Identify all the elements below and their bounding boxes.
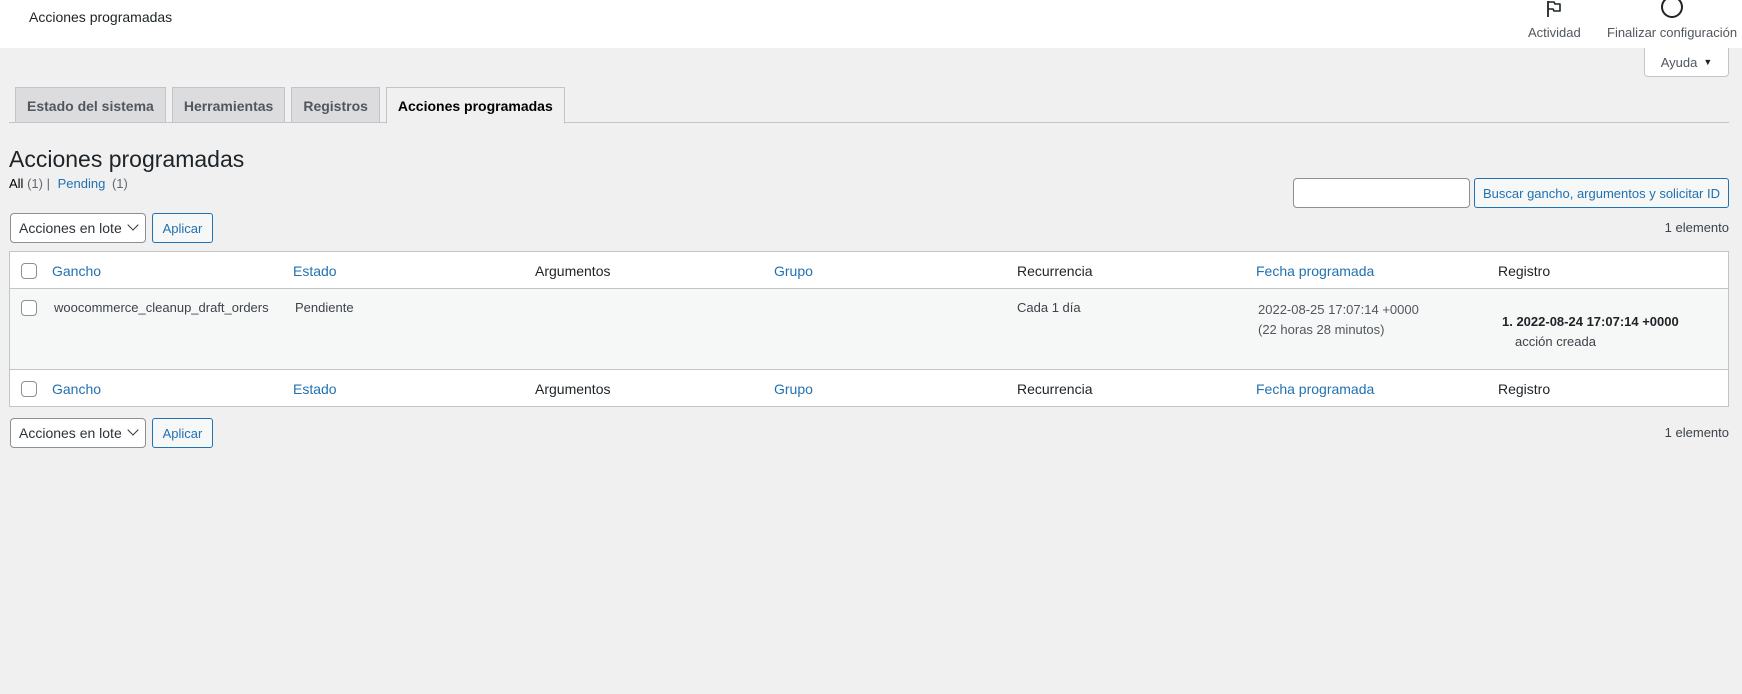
filter-pending-link[interactable]: Pending: [58, 176, 106, 191]
table-footer: Gancho Estado Argumentos Grupo Recurrenc…: [10, 369, 1728, 406]
finish-setup-label: Finalizar configuración: [1607, 25, 1738, 40]
activity-button[interactable]: Actividad: [1528, 0, 1581, 48]
column-registro-footer: Registro: [1498, 381, 1551, 397]
log-entry-date: 1. 2022-08-24 17:07:14 +0000: [1502, 314, 1679, 329]
row-log: 1. 2022-08-24 17:07:14 +0000 acción crea…: [1502, 312, 1679, 352]
tabs-divider: [9, 122, 1729, 123]
nav-tabs: Estado del sistema Herramientas Registro…: [15, 87, 565, 124]
column-recurrencia-footer: Recurrencia: [1017, 381, 1093, 397]
items-count-top: 1 elemento: [1664, 220, 1729, 235]
row-status: Pendiente: [295, 300, 354, 315]
filter-all-count: (1): [27, 176, 43, 191]
tab-registros[interactable]: Registros: [291, 87, 380, 123]
column-grupo[interactable]: Grupo: [774, 263, 813, 279]
search-button[interactable]: Buscar gancho, argumentos y solicitar ID: [1474, 178, 1729, 208]
apply-button-bottom[interactable]: Aplicar: [152, 418, 213, 448]
search-input[interactable]: [1293, 178, 1470, 208]
select-all-checkbox-footer[interactable]: [21, 381, 37, 397]
chevron-down-icon: [127, 219, 139, 231]
help-label: Ayuda: [1660, 54, 1698, 70]
items-count-bottom: 1 elemento: [1664, 425, 1729, 440]
row-checkbox[interactable]: [21, 300, 37, 316]
bulk-actions-value: Acciones en lote: [19, 220, 122, 236]
bulk-actions-select-bottom[interactable]: Acciones en lote: [10, 418, 146, 448]
activity-label: Actividad: [1528, 25, 1581, 40]
column-estado-footer[interactable]: Estado: [293, 381, 337, 397]
scheduled-date-value: 2022-08-25 17:07:14 +0000: [1258, 302, 1419, 317]
column-argumentos-footer: Argumentos: [535, 381, 611, 397]
flag-icon: [1545, 0, 1563, 22]
column-registro: Registro: [1498, 263, 1551, 279]
finish-setup-button[interactable]: Finalizar configuración: [1607, 0, 1737, 48]
bulk-actions-select-top[interactable]: Acciones en lote: [10, 213, 146, 243]
filter-all-link[interactable]: All: [9, 176, 23, 191]
column-fecha-programada[interactable]: Fecha programada: [1256, 263, 1374, 279]
filter-separator: |: [46, 176, 50, 191]
column-recurrencia: Recurrencia: [1017, 263, 1093, 279]
status-filters: All (1) | Pending (1): [9, 176, 128, 191]
tab-estado-del-sistema[interactable]: Estado del sistema: [15, 87, 166, 123]
tab-acciones-programadas[interactable]: Acciones programadas: [385, 87, 565, 124]
table-row: woocommerce_cleanup_draft_orders Pendien…: [10, 289, 1728, 369]
row-hook[interactable]: woocommerce_cleanup_draft_orders: [54, 300, 269, 315]
scheduled-actions-table: Gancho Estado Argumentos Grupo Recurrenc…: [9, 251, 1729, 407]
scheduled-date-relative: (22 horas 28 minutos): [1258, 322, 1385, 337]
row-recurrence: Cada 1 día: [1017, 300, 1081, 315]
apply-button-top[interactable]: Aplicar: [152, 213, 213, 243]
progress-circle-icon: [1661, 0, 1684, 22]
column-gancho-footer[interactable]: Gancho: [52, 381, 101, 397]
help-button[interactable]: Ayuda ▼: [1644, 48, 1729, 77]
row-scheduled-date: 2022-08-25 17:07:14 +0000 (22 horas 28 m…: [1258, 300, 1419, 340]
column-argumentos: Argumentos: [535, 263, 611, 279]
column-grupo-footer[interactable]: Grupo: [774, 381, 813, 397]
chevron-down-icon: [127, 424, 139, 436]
column-estado[interactable]: Estado: [293, 263, 337, 279]
log-entry-message: acción creada: [1515, 334, 1596, 349]
select-all-checkbox[interactable]: [21, 263, 37, 279]
filter-pending-count: (1): [111, 176, 128, 191]
caret-down-icon: ▼: [1703, 57, 1713, 67]
column-gancho[interactable]: Gancho: [52, 263, 101, 279]
bulk-actions-value-bottom: Acciones en lote: [19, 425, 122, 441]
column-fecha-programada-footer[interactable]: Fecha programada: [1256, 381, 1374, 397]
page-title: Acciones programadas: [9, 146, 245, 172]
tab-herramientas[interactable]: Herramientas: [171, 87, 286, 123]
top-header: Acciones programadas Actividad Finalizar…: [0, 0, 1742, 48]
page-header-title: Acciones programadas: [29, 9, 173, 25]
table-header: Gancho Estado Argumentos Grupo Recurrenc…: [10, 252, 1728, 289]
